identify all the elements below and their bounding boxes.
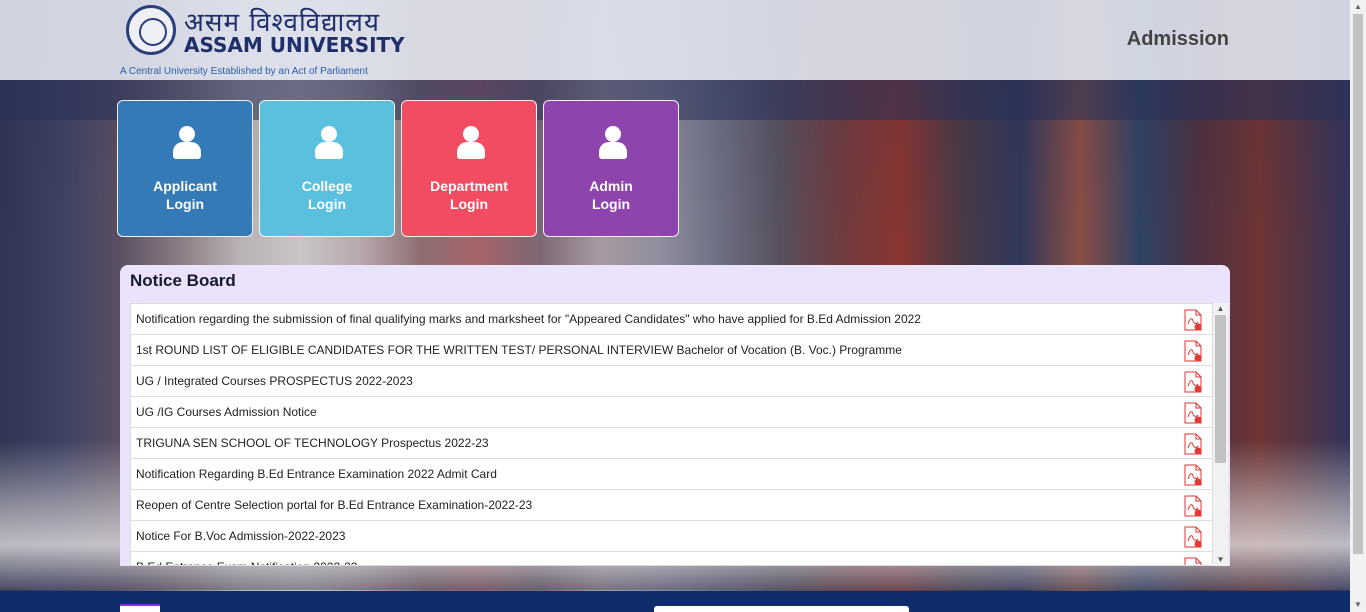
notice-board: Notice Board Notification regarding the … xyxy=(120,265,1230,566)
university-logo[interactable]: असम विश्वविद्यालय ASSAM UNIVERSITY A Cen… xyxy=(120,3,405,78)
logo-english-text: ASSAM UNIVERSITY xyxy=(184,33,405,57)
logo-tagline: A Central University Established by an A… xyxy=(120,66,368,77)
user-icon xyxy=(456,126,486,162)
notice-link[interactable]: Notice For B.Voc Admission-2022-2023 xyxy=(136,529,345,543)
notice-row: UG / Integrated Courses PROSPECTUS 2022-… xyxy=(131,366,1212,397)
notice-row: Notification Regarding B.Ed Entrance Exa… xyxy=(131,459,1212,490)
notice-list[interactable]: Notification regarding the submission of… xyxy=(130,303,1213,566)
site-header: असम विश्वविद्यालय ASSAM UNIVERSITY A Cen… xyxy=(0,0,1350,80)
notice-row: B.Ed Entrance Exam Notification 2022-23 xyxy=(131,552,1212,566)
notice-row: TRIGUNA SEN SCHOOL OF TECHNOLOGY Prospec… xyxy=(131,428,1212,459)
page-title: Admission xyxy=(1126,28,1229,50)
notice-link[interactable]: 1st ROUND LIST OF ELIGIBLE CANDIDATES FO… xyxy=(136,343,902,357)
page-scroll-down-icon[interactable]: ▼ xyxy=(1350,598,1366,612)
page-scroll-up-icon[interactable]: ▲ xyxy=(1350,0,1366,14)
notice-row: UG /IG Courses Admission Notice xyxy=(131,397,1212,428)
pdf-icon[interactable] xyxy=(1184,340,1202,362)
footer-widget xyxy=(654,606,909,612)
tile-label: Applicant Login xyxy=(153,178,217,212)
pdf-icon[interactable] xyxy=(1184,371,1202,393)
tile-label: Department Login xyxy=(430,178,508,212)
user-icon xyxy=(314,126,344,162)
notice-board-title: Notice Board xyxy=(130,271,236,290)
site-footer xyxy=(0,591,1350,612)
notice-row: 1st ROUND LIST OF ELIGIBLE CANDIDATES FO… xyxy=(131,335,1212,366)
tile-label: Admin Login xyxy=(589,178,633,212)
university-seal-icon xyxy=(126,5,176,55)
notice-link[interactable]: TRIGUNA SEN SCHOOL OF TECHNOLOGY Prospec… xyxy=(136,436,489,450)
notice-row: Notice For B.Voc Admission-2022-2023 xyxy=(131,521,1212,552)
college-login-button[interactable]: College Login xyxy=(259,100,395,237)
pdf-icon[interactable] xyxy=(1184,309,1202,331)
notice-link[interactable]: UG /IG Courses Admission Notice xyxy=(136,405,317,419)
notice-link[interactable]: Notification Regarding B.Ed Entrance Exa… xyxy=(136,467,497,481)
page-scrollbar[interactable]: ▲ ▼ xyxy=(1350,0,1366,612)
tile-label: College Login xyxy=(301,178,353,212)
scroll-up-arrow-icon[interactable]: ▲ xyxy=(1213,303,1228,315)
scrollbar-thumb[interactable] xyxy=(1215,315,1226,463)
scroll-down-arrow-icon[interactable]: ▼ xyxy=(1213,554,1228,566)
pdf-icon[interactable] xyxy=(1184,464,1202,486)
pdf-icon[interactable] xyxy=(1184,526,1202,548)
notice-scrollbar[interactable]: ▲ ▼ xyxy=(1213,303,1228,566)
pdf-icon[interactable] xyxy=(1184,495,1202,517)
notice-link[interactable]: B.Ed Entrance Exam Notification 2022-23 xyxy=(136,560,357,565)
notice-link[interactable]: UG / Integrated Courses PROSPECTUS 2022-… xyxy=(136,374,413,388)
pdf-icon[interactable] xyxy=(1184,557,1202,566)
notice-row: Reopen of Centre Selection portal for B.… xyxy=(131,490,1212,521)
department-login-button[interactable]: Department Login xyxy=(401,100,537,237)
login-tiles: Applicant Login College Login Department Lo… xyxy=(117,100,679,237)
user-icon xyxy=(172,126,202,162)
user-icon xyxy=(598,126,628,162)
pdf-icon[interactable] xyxy=(1184,433,1202,455)
applicant-login-button[interactable]: Applicant Login xyxy=(117,100,253,237)
pdf-icon[interactable] xyxy=(1184,402,1202,424)
page-scrollbar-thumb[interactable] xyxy=(1353,14,1363,554)
footer-logo xyxy=(120,604,160,612)
notice-row: Notification regarding the submission of… xyxy=(131,304,1212,335)
notice-link[interactable]: Reopen of Centre Selection portal for B.… xyxy=(136,498,532,512)
notice-link[interactable]: Notification regarding the submission of… xyxy=(136,312,921,326)
admin-login-button[interactable]: Admin Login xyxy=(543,100,679,237)
